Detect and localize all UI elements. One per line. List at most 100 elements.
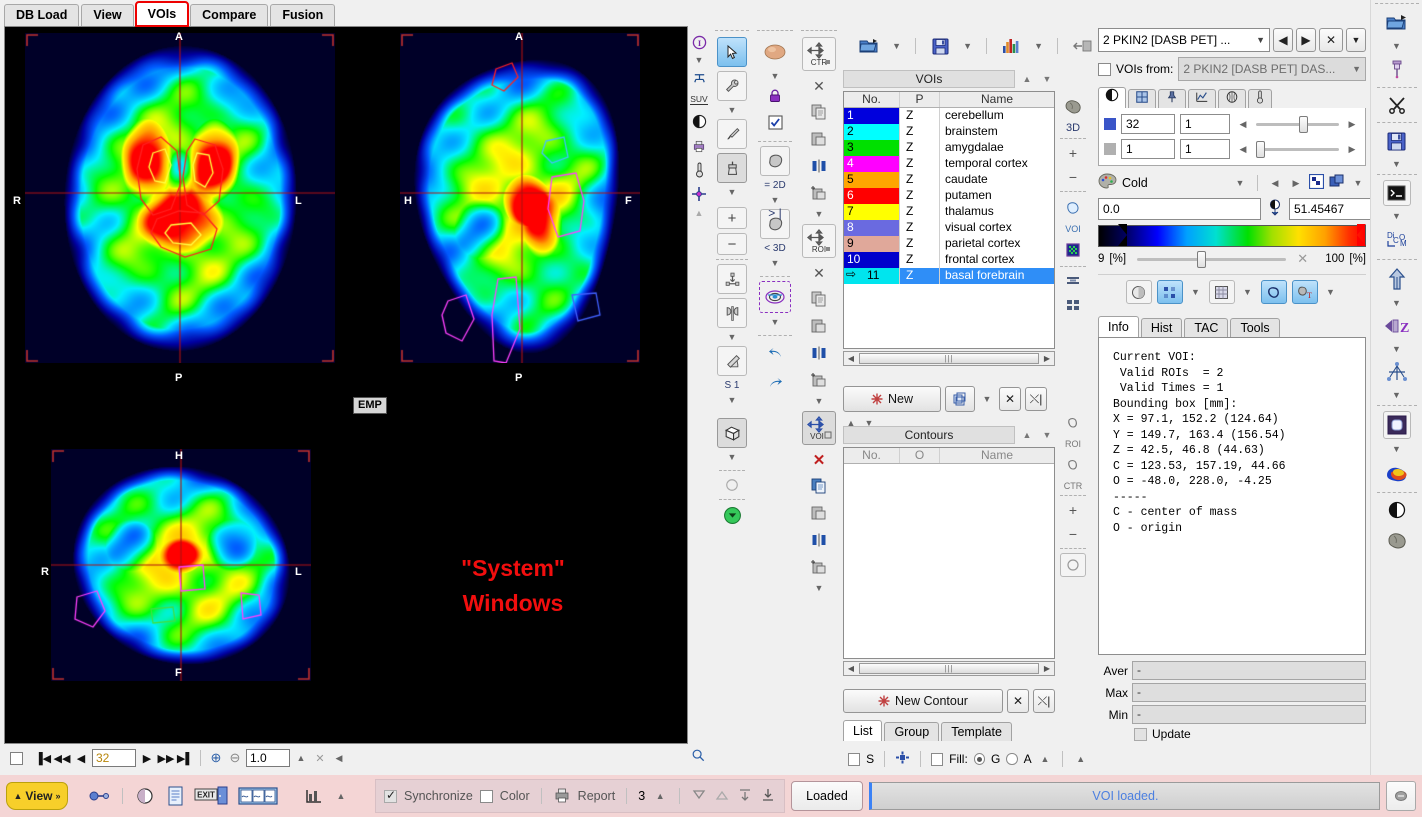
document-icon[interactable] bbox=[163, 781, 187, 811]
move-voi-icon[interactable]: VOI bbox=[802, 411, 836, 445]
move-ctr-icon[interactable]: CTR bbox=[802, 37, 836, 71]
new-voi-button[interactable]: New bbox=[843, 386, 941, 412]
delete-all-contours-icon[interactable]: ⤬| bbox=[1033, 689, 1055, 713]
contours-up-icon[interactable]: ▲ bbox=[1019, 430, 1035, 440]
contrast-icon-rail[interactable] bbox=[1382, 498, 1412, 522]
paste-icon-ctr[interactable] bbox=[804, 128, 834, 150]
delete-red-x-icon[interactable]: ✕ bbox=[804, 450, 834, 470]
save-chevron-down-icon[interactable]: ▼ bbox=[961, 41, 974, 51]
split-chevron-down-icon[interactable]: ▼ bbox=[724, 332, 740, 342]
align-icon[interactable] bbox=[1058, 271, 1088, 291]
target-rings-icon[interactable] bbox=[759, 281, 791, 313]
sagittal-slice-image[interactable] bbox=[400, 33, 640, 363]
printer-icon[interactable] bbox=[553, 787, 571, 806]
chscroll-thumb[interactable]: ||| bbox=[859, 663, 1039, 674]
transfer-icon[interactable] bbox=[1070, 31, 1095, 61]
subtab-thermometer[interactable] bbox=[1248, 89, 1272, 108]
markers-chevron-down-icon[interactable]: ▼ bbox=[1188, 287, 1204, 297]
plus-icon-3d[interactable]: + bbox=[1058, 143, 1088, 163]
top-align-icon[interactable] bbox=[737, 787, 753, 806]
stop-icon[interactable] bbox=[1386, 781, 1416, 811]
tab-db-load[interactable]: DB Load bbox=[4, 4, 80, 26]
count-up-icon[interactable]: ▲ bbox=[652, 791, 668, 801]
rail-chevron-up-icon[interactable]: ▲ bbox=[691, 208, 707, 218]
transaxial-slice-image[interactable] bbox=[25, 33, 335, 363]
threshold-slider[interactable] bbox=[1137, 250, 1287, 268]
vois-from-checkbox[interactable] bbox=[1098, 62, 1111, 76]
open-project-icon[interactable] bbox=[1382, 10, 1412, 36]
table-row[interactable]: 7 Zthalamus bbox=[844, 204, 1054, 220]
colortable-copy-icon[interactable] bbox=[1329, 174, 1345, 192]
prev-dataset-icon[interactable]: ◀ bbox=[1273, 28, 1293, 52]
checkbox-icon[interactable] bbox=[760, 111, 790, 133]
subtab-contrast[interactable] bbox=[1098, 87, 1126, 108]
time-step-input[interactable] bbox=[1180, 139, 1230, 159]
mirror-icon-ctr[interactable] bbox=[804, 155, 834, 177]
flipz-chevron-down-icon[interactable]: ▼ bbox=[1389, 344, 1405, 354]
subtab-layout[interactable] bbox=[1128, 89, 1156, 108]
s-checkbox[interactable] bbox=[848, 752, 861, 766]
info-chevron-down-icon[interactable]: ▼ bbox=[691, 55, 707, 65]
chscroll-left-icon[interactable]: ◀ bbox=[844, 664, 858, 673]
flip-z-icon[interactable]: Z bbox=[1382, 313, 1412, 339]
layout-icon[interactable] bbox=[237, 781, 279, 811]
voi-panel-down-icon[interactable]: ▼ bbox=[1039, 74, 1055, 84]
zoom-up-icon[interactable]: ▲ bbox=[293, 753, 309, 763]
first-slice-icon[interactable]: ▐◀ bbox=[35, 749, 51, 767]
tab-hist[interactable]: Hist bbox=[1140, 318, 1183, 337]
hscroll-left-icon[interactable]: ◀ bbox=[844, 354, 858, 363]
cube-chevron-down-icon[interactable]: ▼ bbox=[724, 452, 740, 462]
save-rail-chevron-down-icon[interactable]: ▼ bbox=[1389, 159, 1405, 169]
open-project-chevron-down-icon[interactable]: ▼ bbox=[1389, 41, 1405, 51]
contours-down-icon[interactable]: ▼ bbox=[1039, 430, 1055, 440]
minus-icon-roi-rail[interactable]: − bbox=[1058, 524, 1088, 544]
table-row[interactable]: 3 Zamygdalae bbox=[844, 140, 1054, 156]
tab-fusion[interactable]: Fusion bbox=[270, 4, 336, 26]
copy-icon-voi[interactable] bbox=[804, 475, 834, 497]
save-disk-icon[interactable] bbox=[928, 31, 953, 61]
voi-list-hscroll[interactable]: ◀ ||| ▶ bbox=[843, 351, 1055, 366]
table-row[interactable]: 9 Zparietal cortex bbox=[844, 236, 1054, 252]
table-row[interactable]: 8 Zvisual cortex bbox=[844, 220, 1054, 236]
vois-from-combo[interactable]: 2 PKIN2 [DASB PET] DAS... ▼ bbox=[1178, 57, 1366, 81]
colortable-chevron-down-icon[interactable]: ▼ bbox=[1232, 178, 1248, 188]
blob-2d-icon[interactable] bbox=[760, 146, 790, 176]
statistics-chart-icon[interactable] bbox=[999, 31, 1024, 61]
frame-icon[interactable] bbox=[1382, 411, 1411, 439]
fill-a-radio[interactable] bbox=[1006, 753, 1018, 765]
table-row[interactable]: 4 Ztemporal cortex bbox=[844, 156, 1054, 172]
fill-g-radio[interactable] bbox=[973, 753, 986, 765]
copy-icon-ctr[interactable] bbox=[804, 101, 834, 123]
crosshair-icon[interactable] bbox=[684, 183, 714, 205]
terminal-chevron-down-icon[interactable]: ▼ bbox=[1389, 211, 1405, 221]
time-prev-icon[interactable]: ◀ bbox=[1235, 144, 1251, 154]
table-row[interactable]: 6 Zputamen bbox=[844, 188, 1054, 204]
coronal-slice-image[interactable] bbox=[51, 449, 311, 681]
collapse-left-icon[interactable]: ◀ bbox=[331, 753, 347, 763]
print-icon[interactable] bbox=[684, 135, 714, 157]
brain-3d-icon[interactable] bbox=[1058, 94, 1088, 118]
voi-panel-up-icon[interactable]: ▲ bbox=[1019, 74, 1035, 84]
thermometer-icon[interactable] bbox=[684, 160, 714, 180]
table-row[interactable]: 10 Zfrontal cortex bbox=[844, 252, 1054, 268]
options-up-icon[interactable]: ▲ bbox=[1073, 754, 1088, 764]
fill-checkbox[interactable] bbox=[931, 752, 944, 766]
new-contour-button[interactable]: New Contour bbox=[843, 689, 1003, 713]
copy-voi-chevron-down-icon[interactable]: ▼ bbox=[979, 394, 995, 404]
lock-icon[interactable] bbox=[760, 85, 790, 107]
colorbar-low-handle[interactable] bbox=[1118, 224, 1127, 246]
marker-icon[interactable] bbox=[895, 751, 910, 767]
delete-voi-icon[interactable]: ✕ bbox=[999, 387, 1021, 411]
contour-text-icon[interactable]: T bbox=[1291, 280, 1318, 304]
paste-icon-voi[interactable] bbox=[804, 502, 834, 524]
mirror-icon-voi[interactable] bbox=[804, 529, 834, 551]
contrast-toggle-icon[interactable] bbox=[133, 781, 157, 811]
hscroll-right-icon[interactable]: ▶ bbox=[1040, 354, 1054, 363]
zoom-in-icon[interactable]: ⊕ bbox=[208, 749, 224, 767]
move-roi-icon[interactable]: ROI bbox=[802, 224, 836, 258]
redo-icon[interactable] bbox=[760, 370, 790, 396]
last-slice-icon[interactable]: ▶▌ bbox=[177, 749, 193, 767]
target-chevron-down-icon[interactable]: ▼ bbox=[767, 317, 783, 327]
contour-chevron-down-icon[interactable]: ▼ bbox=[1323, 287, 1339, 297]
zoom-reset-icon[interactable] bbox=[690, 749, 706, 762]
